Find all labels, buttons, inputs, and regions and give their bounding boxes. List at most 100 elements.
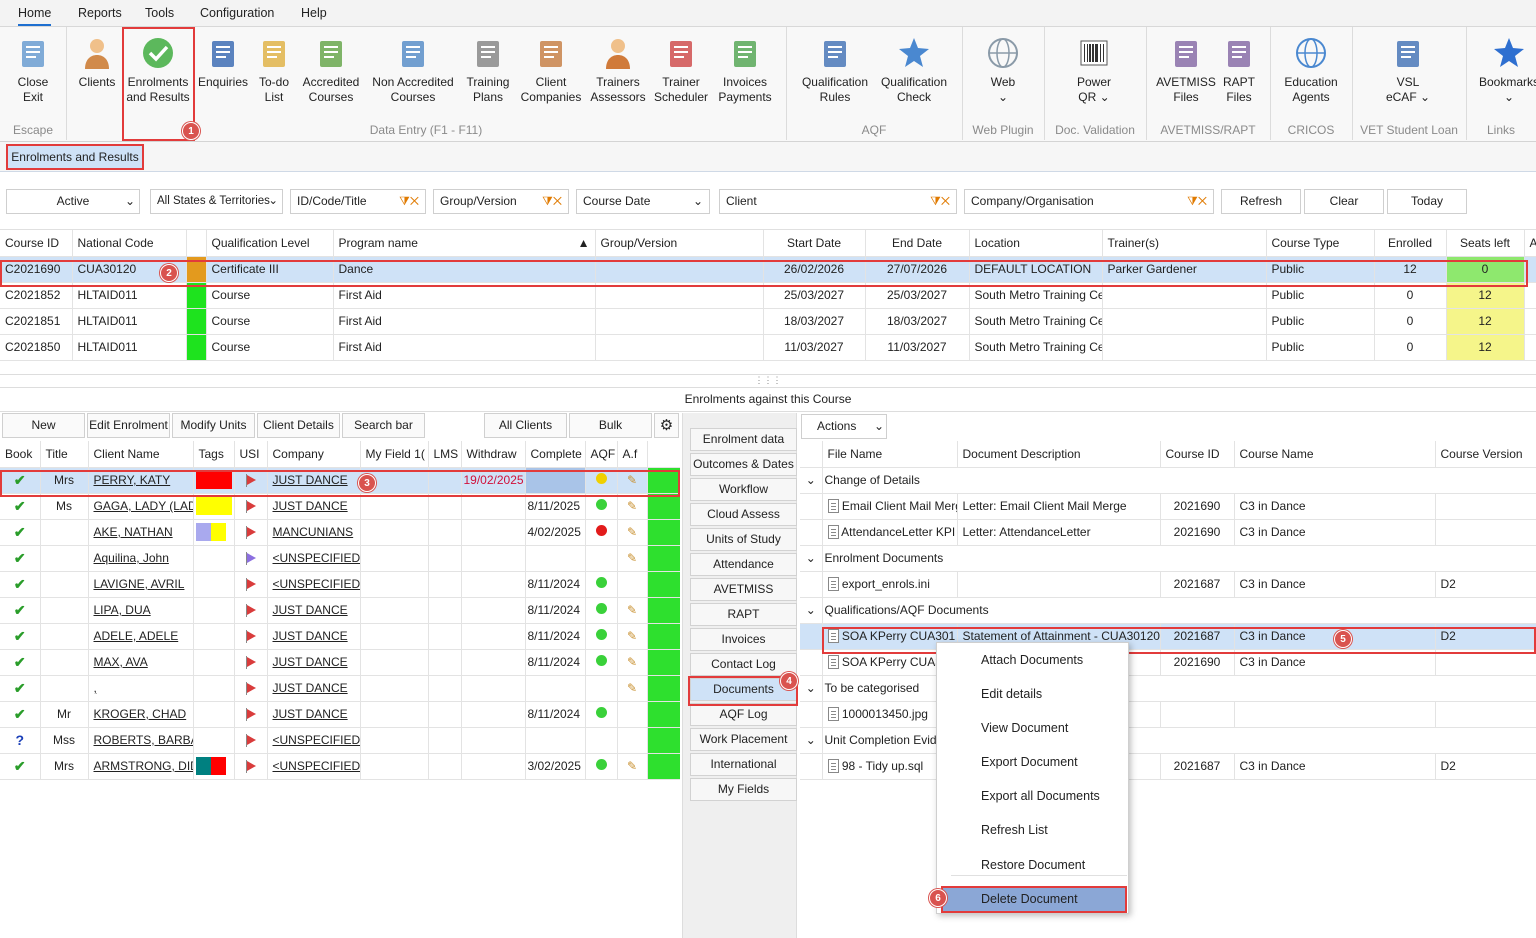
menu-restore-document[interactable]: Restore Document [981, 858, 1085, 872]
side-tab-workflow[interactable]: Workflow [690, 478, 797, 501]
collapse-chevron-icon[interactable]: ⌄ [800, 675, 823, 702]
splitter-handle[interactable]: ⋮⋮⋮ [0, 374, 1536, 388]
doc-col-header[interactable]: File Name [822, 441, 958, 468]
enrol-col-header[interactable]: My Field 1( [360, 441, 429, 468]
course-col-header[interactable]: End Date [865, 230, 970, 257]
attach-file-icon[interactable]: ✎ [617, 545, 648, 572]
enrolment-row[interactable]: ✔ MAX, AVA JUST DANCE 8/11/2024 ✎ [0, 649, 680, 676]
enrol-col-header[interactable]: Title [40, 441, 89, 468]
course-col-header[interactable]: Program name ▲ [333, 230, 596, 257]
course-col-header[interactable]: Start Date [763, 230, 866, 257]
document-row[interactable]: Email Client Mail Merg Letter: Email Clie… [800, 493, 1536, 520]
ribbon-button-qualification13[interactable]: Qualification Check [874, 31, 954, 105]
ribbon-button-avetmiss16[interactable]: AVETMISS Files [1152, 31, 1220, 105]
ribbon-button-training7[interactable]: Training Plans [460, 31, 516, 105]
doc-group-row[interactable]: ⌄ Unit Completion Eviden [800, 727, 1536, 754]
menu-export-document[interactable]: Export Document [981, 755, 1078, 769]
side-tab-cloud-assess[interactable]: Cloud Assess [690, 503, 797, 526]
course-row[interactable]: C2021850 HLTAID011 Course First Aid 11/03/20… [0, 334, 1536, 361]
ribbon-button-accredited5[interactable]: Accredited Courses [298, 31, 364, 105]
sort-asc-icon[interactable]: ▲ [578, 236, 590, 250]
company-link[interactable]: JUST DANCE [267, 649, 361, 676]
id-code-title-input[interactable]: ID/Code/Title ⧩✕ [290, 189, 426, 214]
enrolment-row[interactable]: ✔ AKE, NATHAN MANCUNIANS 4/02/2025 ✎ [0, 519, 680, 546]
ribbon-button-trainers9[interactable]: Trainers Assessors [590, 31, 646, 105]
side-tab-my-fields[interactable]: My Fields [690, 778, 797, 801]
enrol-col-header[interactable]: USI [234, 441, 268, 468]
menu-reports[interactable]: Reports [78, 6, 122, 20]
menu-export-all-documents[interactable]: Export all Documents [981, 789, 1100, 803]
course-date-select[interactable]: Course Date ⌄ [576, 189, 710, 214]
attach-file-icon[interactable] [617, 701, 648, 728]
enrolment-row[interactable]: ?MssROBERTS, BARBAR <UNSPECIFIED> [0, 727, 680, 754]
enrolment-row[interactable]: ✔, JUST DANCE ✎ [0, 675, 680, 702]
enrolment-row[interactable]: ✔ Mr KROGER, CHAD JUST DANCE 8/11/2024 [0, 701, 680, 728]
doc-col-header[interactable]: Document Description [957, 441, 1161, 468]
enrolment-row[interactable]: ✔ LAVIGNE, AVRIL <UNSPECIFIED> 8/11/2024 [0, 571, 680, 598]
doc-group-row[interactable]: ⌄ Change of Details [800, 467, 1536, 494]
attach-file-icon[interactable]: ✎ [617, 753, 648, 780]
enrolment-row[interactable]: ✔ ADELE, ADELE JUST DANCE 8/11/2024 ✎ [0, 623, 680, 650]
company-link[interactable]: MANCUNIANS [267, 519, 361, 546]
ribbon-button-web14[interactable]: Web ⌄ [975, 31, 1031, 105]
doc-col-header[interactable]: Course ID [1160, 441, 1235, 468]
refresh-button[interactable]: Refresh [1221, 189, 1301, 214]
client-name-link[interactable]: ARMSTRONG, DIDC [88, 753, 194, 780]
menu-delete-document[interactable]: Delete Document [981, 892, 1078, 906]
attach-file-icon[interactable]: ✎ [617, 649, 648, 676]
ribbon-button-qualification12[interactable]: Qualification Rules [794, 31, 876, 105]
ribbon-button-enquiries3[interactable]: Enquiries [196, 31, 250, 90]
filter-clear-icon[interactable]: ⧩✕ [1187, 190, 1207, 213]
settings-gear-icon[interactable]: ⚙ [654, 413, 679, 438]
menu-view-document[interactable]: View Document [981, 721, 1068, 735]
course-col-header[interactable]: National Code [72, 230, 187, 257]
side-tab-rapt[interactable]: RAPT [690, 603, 797, 626]
attach-file-icon[interactable]: ✎ [617, 597, 648, 624]
today-button[interactable]: Today [1387, 189, 1467, 214]
actions-select[interactable]: Actions ⌄ [801, 414, 887, 439]
client-name-link[interactable]: MAX, AVA [88, 649, 194, 676]
side-tab-enrolment-data[interactable]: Enrolment data [690, 428, 797, 451]
states-select[interactable]: All States & Territories ⌄ [150, 189, 283, 214]
side-tab-avetmiss[interactable]: AVETMISS [690, 578, 797, 601]
course-row[interactable]: C2021851 HLTAID011 Course First Aid 18/03/20… [0, 308, 1536, 335]
collapse-chevron-icon[interactable]: ⌄ [800, 597, 823, 624]
company-input[interactable]: Company/Organisation ⧩✕ [964, 189, 1214, 214]
tab-enrolments-and-results[interactable]: Enrolments and Results [6, 144, 144, 170]
ribbon-button-power15[interactable]: Power QR ⌄ [1063, 31, 1125, 105]
enrol-col-header[interactable]: Tags [193, 441, 235, 468]
edit-enrolment-button[interactable]: Edit Enrolment [87, 413, 170, 438]
enrol-col-header[interactable]: LMS [428, 441, 462, 468]
course-col-header[interactable]: Location [969, 230, 1103, 257]
side-tab-work-placement[interactable]: Work Placement [690, 728, 797, 751]
ribbon-button-clients1[interactable]: Clients [72, 31, 122, 90]
attach-file-icon[interactable]: ✎ [617, 675, 648, 702]
group-version-input[interactable]: Group/Version ⧩✕ [433, 189, 569, 214]
company-link[interactable]: <UNSPECIFIED> [267, 571, 361, 598]
doc-group-row[interactable]: ⌄ Qualifications/AQF Documents [800, 597, 1536, 624]
search-bar-button[interactable]: Search bar [342, 413, 425, 438]
client-name-link[interactable]: , [88, 675, 194, 702]
ribbon-button-vsl19[interactable]: VSL eCAF ⌄ [1370, 31, 1446, 105]
doc-group-row[interactable]: ⌄ Enrolment Documents [800, 545, 1536, 572]
side-tab-units-of-study[interactable]: Units of Study [690, 528, 797, 551]
enrol-col-header[interactable]: Withdraw [461, 441, 526, 468]
course-col-header[interactable]: Course ID [0, 230, 73, 257]
document-row[interactable]: 98 - Tidy up.sql 2021687 C3 in Dance D2 [800, 753, 1536, 780]
ribbon-button-bookmarks20[interactable]: Bookmarks ⌄ [1474, 31, 1536, 105]
ribbon-button-rapt17[interactable]: RAPT Files [1218, 31, 1260, 105]
course-col-header[interactable] [186, 230, 207, 257]
menu-configuration[interactable]: Configuration [200, 6, 274, 20]
client-input[interactable]: Client ⧩✕ [719, 189, 957, 214]
course-col-header[interactable]: Enrolled [1374, 230, 1447, 257]
client-name-link[interactable]: KROGER, CHAD [88, 701, 194, 728]
enrol-col-header[interactable]: Company [267, 441, 361, 468]
enrol-col-header[interactable]: AQF [585, 441, 618, 468]
attach-file-icon[interactable]: ✎ [617, 623, 648, 650]
menu-help[interactable]: Help [301, 6, 327, 20]
all-clients-button[interactable]: All Clients [484, 413, 567, 438]
menu-refresh-list[interactable]: Refresh List [981, 823, 1048, 837]
menu-edit-details[interactable]: Edit details [981, 687, 1042, 701]
enrol-col-header[interactable]: Client Name [88, 441, 194, 468]
enrol-col-header[interactable]: A.f [617, 441, 648, 468]
